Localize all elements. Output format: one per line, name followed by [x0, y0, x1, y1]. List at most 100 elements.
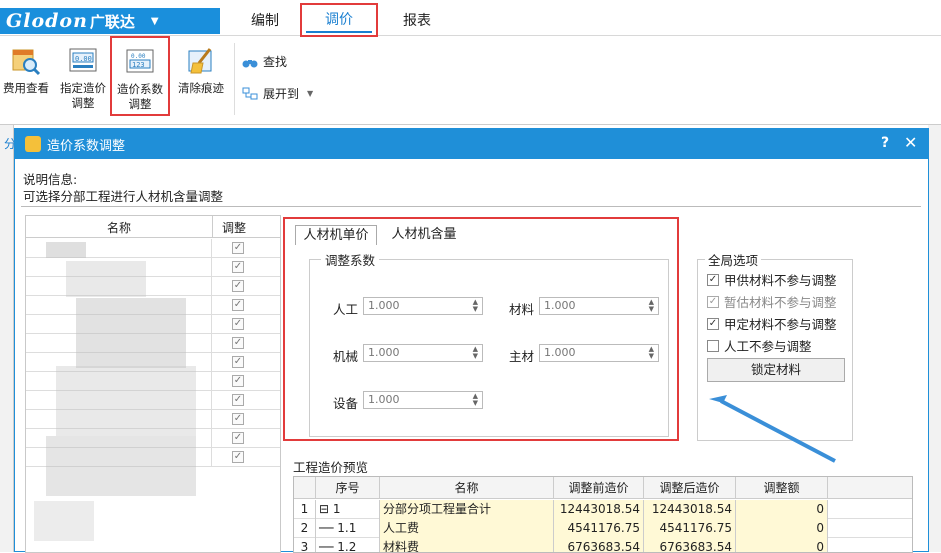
top-menu-bar: Glodon 广联达 ▼ 编制 调价 报表: [0, 0, 941, 37]
preview-header: 序号 名称 调整前造价 调整后造价 调整额: [294, 477, 912, 499]
spinner-icon[interactable]: ▲ ▼: [649, 299, 654, 313]
cost-coefficient-adjust-button[interactable]: 0.00 123 造价系数 调整: [110, 36, 170, 116]
fee-view-button[interactable]: 费用查看: [0, 45, 52, 96]
blurred-content: [56, 366, 196, 436]
tab-baobiao[interactable]: 报表: [400, 10, 434, 32]
counter-display-icon: 0.00: [67, 45, 99, 77]
adjust-checkbox[interactable]: ✓: [232, 413, 244, 425]
option-label: 甲供材料不参与调整: [724, 273, 837, 288]
division-row[interactable]: ✓: [26, 277, 280, 296]
adjust-checkbox[interactable]: ✓: [232, 356, 244, 368]
coefficient-counter-icon: 0.00 123: [124, 46, 156, 78]
spinner-icon[interactable]: ▲ ▼: [473, 346, 478, 360]
app-brand-name: 广联达: [89, 12, 135, 31]
clear-traces-label: 清除痕迹: [178, 81, 224, 95]
preview-cell-after: 6763683.54: [644, 538, 736, 552]
preview-row[interactable]: 1 ⊟ 1 分部分项工程量合计 12443018.54 12443018.54 0: [294, 500, 912, 519]
svg-text:0.00: 0.00: [131, 53, 146, 60]
find-button[interactable]: 查找: [242, 53, 287, 70]
broom-icon: [185, 45, 217, 77]
cost-coefficient-adjust-label: 造价系数 调整: [117, 82, 163, 111]
equipment-coefficient-value: 1.000: [368, 393, 400, 406]
assign-cost-adjust-label: 指定造价 调整: [60, 81, 106, 110]
dialog-title: 造价系数调整: [47, 138, 126, 154]
preview-cell-diff: 0: [736, 519, 828, 538]
preview-row[interactable]: 2 ── 1.1 人工费 4541176.75 4541176.75 0: [294, 519, 912, 538]
header-name: 名称: [106, 221, 131, 235]
option-jiading[interactable]: ✓ 甲定材料不参与调整: [707, 314, 837, 333]
dialog-app-icon: [25, 136, 41, 152]
material-coefficient-input[interactable]: 1.000 ▲ ▼: [539, 297, 659, 315]
expand-to-button[interactable]: 展开到 ▼: [242, 85, 313, 102]
checkbox[interactable]: [707, 339, 719, 352]
adjust-checkbox[interactable]: ✓: [232, 451, 244, 463]
preview-cell-before: 12443018.54: [554, 500, 644, 519]
chevron-down-icon: ▼: [307, 89, 314, 98]
header-after: 调整后造价: [644, 477, 736, 499]
tab-bianzhi[interactable]: 编制: [248, 10, 282, 32]
preview-cell-after: 12443018.54: [644, 500, 736, 519]
adjust-checkbox[interactable]: ✓: [232, 375, 244, 387]
global-options-label: 全局选项: [705, 250, 762, 269]
main-material-coefficient-input[interactable]: 1.000 ▲ ▼: [539, 344, 659, 362]
spinner-icon[interactable]: ▲ ▼: [649, 346, 654, 360]
binoculars-icon: [242, 55, 258, 69]
preview-row[interactable]: 3 ── 1.2 材料费 6763683.54 6763683.54 0: [294, 538, 912, 552]
adjust-checkbox[interactable]: ✓: [232, 318, 244, 330]
app-brand-menu[interactable]: Glodon 广联达 ▼: [0, 8, 220, 34]
preview-cell-n: 3: [294, 538, 316, 552]
checkbox[interactable]: ✓: [707, 317, 719, 330]
material-coefficient-value: 1.000: [544, 299, 576, 312]
annotation-arrow: [709, 395, 836, 463]
info-text: 可选择分部工程进行人材机含量调整: [23, 189, 224, 204]
header-adjust: 调整: [221, 221, 246, 235]
checkbox[interactable]: ✓: [707, 295, 719, 308]
lock-material-button[interactable]: 锁定材料: [707, 358, 845, 382]
machinery-coefficient-input[interactable]: 1.000 ▲ ▼: [363, 344, 483, 362]
preview-cell-diff: 0: [736, 538, 828, 552]
spinner-icon[interactable]: ▲ ▼: [473, 393, 478, 407]
blurred-content: [46, 436, 196, 496]
adjust-checkbox[interactable]: ✓: [232, 432, 244, 444]
preview-cell-before: 4541176.75: [554, 519, 644, 538]
adjust-checkbox[interactable]: ✓: [232, 394, 244, 406]
svg-text:123: 123: [132, 61, 145, 69]
adjust-checkbox[interactable]: ✓: [232, 261, 244, 273]
ribbon-separator: [234, 43, 235, 115]
assign-cost-adjust-button[interactable]: 0.00 指定造价 调整: [58, 45, 108, 111]
preview-cell-name: 材料费: [380, 538, 554, 552]
header-diff: 调整额: [736, 477, 828, 499]
option-zangu[interactable]: ✓ 暂估材料不参与调整: [707, 292, 837, 311]
help-icon[interactable]: ?: [881, 135, 889, 151]
option-labor[interactable]: 人工不参与调整: [707, 336, 812, 355]
expand-to-label: 展开到: [263, 87, 300, 101]
preview-label: 工程造价预览: [293, 460, 369, 475]
svg-text:0.00: 0.00: [75, 55, 92, 63]
checkbox[interactable]: ✓: [707, 273, 719, 286]
left-side-strip: 分: [0, 125, 16, 552]
close-icon[interactable]: ✕: [904, 133, 917, 152]
equipment-label: 设备: [333, 396, 359, 411]
equipment-coefficient-input[interactable]: 1.000 ▲ ▼: [363, 391, 483, 409]
adjust-checkbox[interactable]: ✓: [232, 242, 244, 254]
tab-unit-price[interactable]: 人材机单价: [295, 225, 377, 245]
ribbon-toolbar: 费用查看 0.00 指定造价 调整 0.00 123 造价系数 调整 清除痕迹 查…: [0, 36, 941, 125]
blurred-content: [76, 298, 186, 368]
preview-cell-n: 1: [294, 500, 316, 519]
tab-content[interactable]: 人材机含量: [389, 225, 459, 245]
adjust-checkbox[interactable]: ✓: [232, 299, 244, 311]
tab-tiaojia[interactable]: 调价: [300, 3, 378, 37]
preview-cell-before: 6763683.54: [554, 538, 644, 552]
cost-preview-table: 序号 名称 调整前造价 调整后造价 调整额 1 ⊟ 1 分部分项工程量合计 12443…: [293, 476, 913, 553]
clear-traces-button[interactable]: 清除痕迹: [174, 45, 228, 96]
fee-view-label: 费用查看: [3, 81, 49, 95]
blurred-content: [66, 261, 146, 297]
magnifier-table-icon: [10, 45, 42, 77]
labor-coefficient-input[interactable]: 1.000 ▲ ▼: [363, 297, 483, 315]
tab-tiaojia-label: 调价: [325, 12, 353, 28]
adjust-checkbox[interactable]: ✓: [232, 337, 244, 349]
adjust-checkbox[interactable]: ✓: [232, 280, 244, 292]
option-jiagong[interactable]: ✓ 甲供材料不参与调整: [707, 270, 837, 289]
division-row[interactable]: ✓: [26, 258, 280, 277]
spinner-icon[interactable]: ▲ ▼: [473, 299, 478, 313]
